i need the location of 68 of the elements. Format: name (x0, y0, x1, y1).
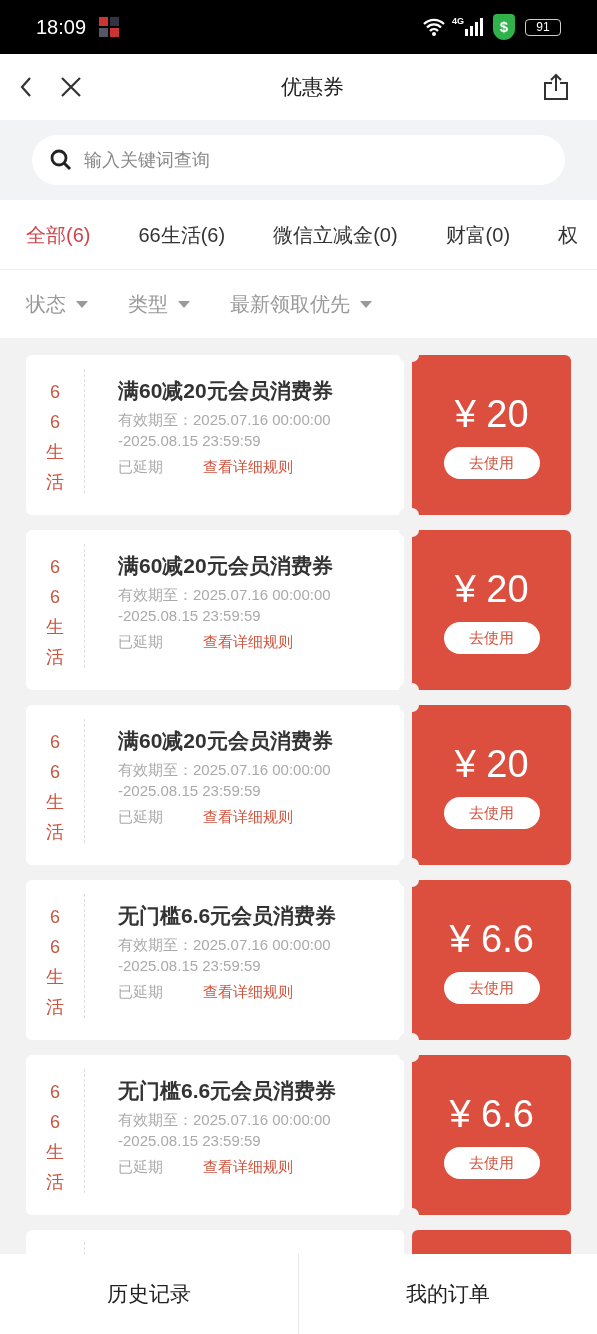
coupon-title: 满60减20元会员消费券 (118, 728, 333, 754)
validity-end: -2025.08.15 23:59:59 (118, 431, 262, 451)
validity-start: 有效期至：2025.07.16 00:00:00 (118, 1110, 332, 1130)
use-button[interactable]: 去使用 (443, 797, 540, 829)
coupon-brand: 66生活 (46, 381, 64, 493)
coupon-status: 已延期 (118, 1157, 164, 1177)
validity-start: 有效期至：2025.07.16 00:00:00 (118, 585, 332, 605)
category-tab[interactable]: 财富(0) (445, 219, 511, 250)
validity-end: -2025.08.15 23:59:59 (118, 606, 262, 626)
validity-end: -2025.08.15 23:59:59 (118, 1131, 262, 1151)
caret-icon (76, 300, 88, 308)
category-tab[interactable]: 66生活(6) (138, 219, 226, 250)
rules-link[interactable]: 查看详细规则 (203, 807, 293, 827)
use-button[interactable]: 去使用 (443, 447, 540, 479)
coupon-price: ¥ 20 (454, 567, 529, 612)
coupon-price: ¥ 6.6 (449, 917, 534, 962)
validity-start: 有效期至：2025.07.16 00:00:00 (118, 410, 332, 430)
coupon-price: ¥ 20 (454, 392, 529, 437)
coupon-brand: 66生活 (46, 556, 64, 668)
bottom-tab[interactable]: 历史记录 (0, 1254, 298, 1334)
use-button[interactable]: 去使用 (443, 972, 540, 1004)
coupon-status: 已延期 (118, 457, 164, 477)
category-tab[interactable]: 全部(6) (26, 219, 91, 250)
use-button[interactable]: 去使用 (443, 1147, 540, 1179)
coupon-price: ¥ 20 (454, 742, 529, 787)
category-tab[interactable]: 权 (558, 219, 579, 250)
close-button[interactable] (60, 76, 82, 98)
close-icon (60, 76, 82, 98)
caret-icon (178, 300, 190, 308)
battery-indicator: 91 (525, 18, 561, 36)
search-icon (50, 149, 72, 171)
validity-start: 有效期至：2025.07.16 00:00:00 (118, 935, 332, 955)
page-title: 优惠券 (281, 74, 344, 101)
network-label: 4G (452, 17, 464, 26)
coupon-title: 无门槛6.6元会员消费券 (118, 1078, 337, 1104)
coupon-brand: 66生活 (46, 1081, 64, 1193)
filter-dropdown[interactable]: 类型 (128, 289, 190, 319)
rules-link[interactable]: 查看详细规则 (203, 982, 293, 1002)
coupon-title: 满60减20元会员消费券 (118, 378, 333, 404)
coupon-title: 无门槛6.6元会员消费券 (118, 903, 337, 929)
app-icon (98, 16, 121, 38)
coupon-price: ¥ 6.6 (449, 1092, 534, 1137)
rules-link[interactable]: 查看详细规则 (203, 1157, 293, 1177)
coupon-status: 已延期 (118, 632, 164, 652)
use-button[interactable]: 去使用 (443, 622, 540, 654)
bottom-tab[interactable]: 我的订单 (298, 1254, 597, 1334)
wifi-icon (422, 17, 446, 37)
signal-icon (465, 18, 483, 36)
caret-icon (360, 300, 372, 308)
filter-dropdown[interactable]: 最新领取优先 (230, 289, 372, 319)
rules-link[interactable]: 查看详细规则 (203, 632, 293, 652)
coupon-title: 满60减20元会员消费券 (118, 553, 333, 579)
coupon-brand: 66生活 (46, 906, 64, 1018)
share-button[interactable] (543, 73, 569, 101)
coupon-status: 已延期 (118, 807, 164, 827)
validity-end: -2025.08.15 23:59:59 (118, 781, 262, 801)
coupon-status: 已延期 (118, 982, 164, 1002)
rules-link[interactable]: 查看详细规则 (203, 457, 293, 477)
share-icon (543, 73, 569, 101)
validity-end: -2025.08.15 23:59:59 (118, 956, 262, 976)
status-time: 18:09 (36, 15, 87, 40)
back-icon (18, 75, 34, 99)
filter-dropdown[interactable]: 状态 (26, 289, 88, 319)
category-tab[interactable]: 微信立减金(0) (273, 219, 398, 250)
shield-icon: $ (493, 14, 515, 40)
search-field[interactable]: 输入关键词查询 (32, 135, 565, 185)
coupon-brand: 66生活 (46, 731, 64, 843)
validity-start: 有效期至：2025.07.16 00:00:00 (118, 760, 332, 780)
